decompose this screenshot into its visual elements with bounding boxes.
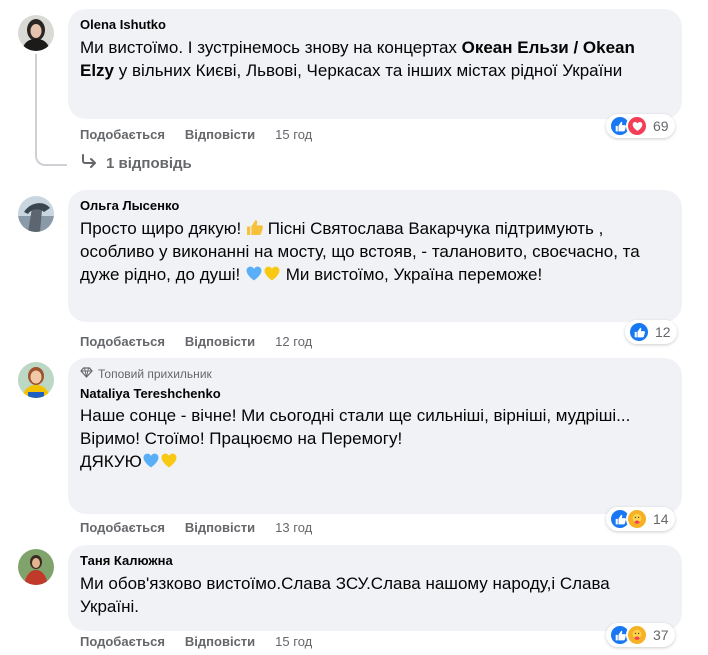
comment-line: Віримо! Стоїмо! Працюємо на Перемогу!	[80, 429, 403, 448]
love-icon	[626, 115, 648, 137]
reaction-count: 37	[653, 627, 669, 643]
reactions-summary[interactable]: 12	[625, 320, 677, 344]
comment-text-part: ДЯКУЮ	[80, 452, 142, 471]
care-icon	[626, 624, 648, 646]
comment-author[interactable]: Таня Калюжна	[80, 553, 670, 569]
comment-author[interactable]: Nataliya Tereshchenko	[80, 386, 670, 402]
thread-connector-curve	[35, 146, 67, 166]
diamond-icon	[80, 366, 93, 382]
care-icon	[626, 508, 648, 530]
blue-heart-emoji-icon	[142, 452, 160, 471]
comment-actions: Подобається Відповісти 15 год	[80, 127, 312, 142]
comment-bubble: Ольга Лысенко Просто щиро дякую! Пісні С…	[68, 190, 682, 322]
comment-bubble: Olena Ishutko Ми вистоїмо. І зустрінемос…	[68, 9, 682, 119]
comment-text-part: у вільних Києві, Львові, Черкасах та інш…	[114, 61, 623, 80]
timestamp[interactable]: 12 год	[275, 334, 312, 349]
comment-actions: Подобається Відповісти 12 год	[80, 334, 312, 349]
comment-text-part: Просто щиро дякую!	[80, 219, 246, 238]
avatar[interactable]	[18, 15, 54, 51]
badge-label: Топовий прихильник	[98, 367, 212, 381]
reactions-summary[interactable]: 14	[606, 507, 675, 531]
comment-text-part: Ми вистоїмо, Україна переможе!	[280, 265, 543, 284]
reply-arrow-icon	[80, 154, 98, 172]
replies-count-label: 1 відповідь	[106, 154, 192, 172]
reaction-count: 69	[653, 118, 669, 134]
comment-text: Ми обов'язково вистоїмо.Слава ЗСУ.Слава …	[80, 574, 610, 616]
comment-author[interactable]: Ольга Лысенко	[80, 198, 670, 214]
comment-line: Наше сонце - вічне! Ми сьогодні стали ще…	[80, 406, 631, 425]
comment-text: Наше сонце - вічне! Ми сьогодні стали ще…	[80, 404, 670, 473]
comment-bubble: Топовий прихильник Nataliya Tereshchenko…	[68, 358, 682, 514]
comment-actions: Подобається Відповісти 15 год	[80, 634, 312, 649]
thumbs-up-emoji-icon	[246, 219, 263, 238]
comment-text-part: Ми вистоїмо. І зустрінемось знову на кон…	[80, 38, 462, 57]
timestamp[interactable]: 13 год	[275, 520, 312, 535]
avatar[interactable]	[18, 362, 54, 398]
yellow-heart-emoji-icon	[263, 265, 281, 284]
reply-button[interactable]: Відповісти	[185, 520, 255, 535]
comment-text: Ми вистоїмо. І зустрінемось знову на кон…	[80, 36, 670, 82]
timestamp[interactable]: 15 год	[275, 634, 312, 649]
reactions-summary[interactable]: 69	[606, 114, 675, 138]
blue-heart-emoji-icon	[245, 265, 263, 284]
like-icon	[628, 321, 650, 343]
reply-button[interactable]: Відповісти	[185, 127, 255, 142]
like-button[interactable]: Подобається	[80, 334, 165, 349]
view-replies-button[interactable]: 1 відповідь	[80, 154, 192, 172]
top-fan-badge[interactable]: Топовий прихильник	[80, 366, 670, 382]
comment-bubble: Таня Калюжна Ми обов'язково вистоїмо.Сла…	[68, 545, 682, 631]
reactions-summary[interactable]: 37	[606, 623, 675, 647]
avatar[interactable]	[18, 196, 54, 232]
avatar[interactable]	[18, 549, 54, 585]
comment-actions: Подобається Відповісти 13 год	[80, 520, 312, 535]
reply-button[interactable]: Відповісти	[185, 334, 255, 349]
like-button[interactable]: Подобається	[80, 634, 165, 649]
yellow-heart-emoji-icon	[160, 452, 178, 471]
comment-line: ДЯКУЮ	[80, 450, 670, 473]
thread-connector	[35, 54, 37, 146]
reaction-count: 14	[653, 511, 669, 527]
like-button[interactable]: Подобається	[80, 520, 165, 535]
like-button[interactable]: Подобається	[80, 127, 165, 142]
comment-text: Просто щиро дякую! Пісні Святослава Вака…	[80, 217, 670, 286]
reaction-count: 12	[655, 324, 671, 340]
reply-button[interactable]: Відповісти	[185, 634, 255, 649]
comment-author[interactable]: Olena Ishutko	[80, 17, 670, 33]
timestamp[interactable]: 15 год	[275, 127, 312, 142]
